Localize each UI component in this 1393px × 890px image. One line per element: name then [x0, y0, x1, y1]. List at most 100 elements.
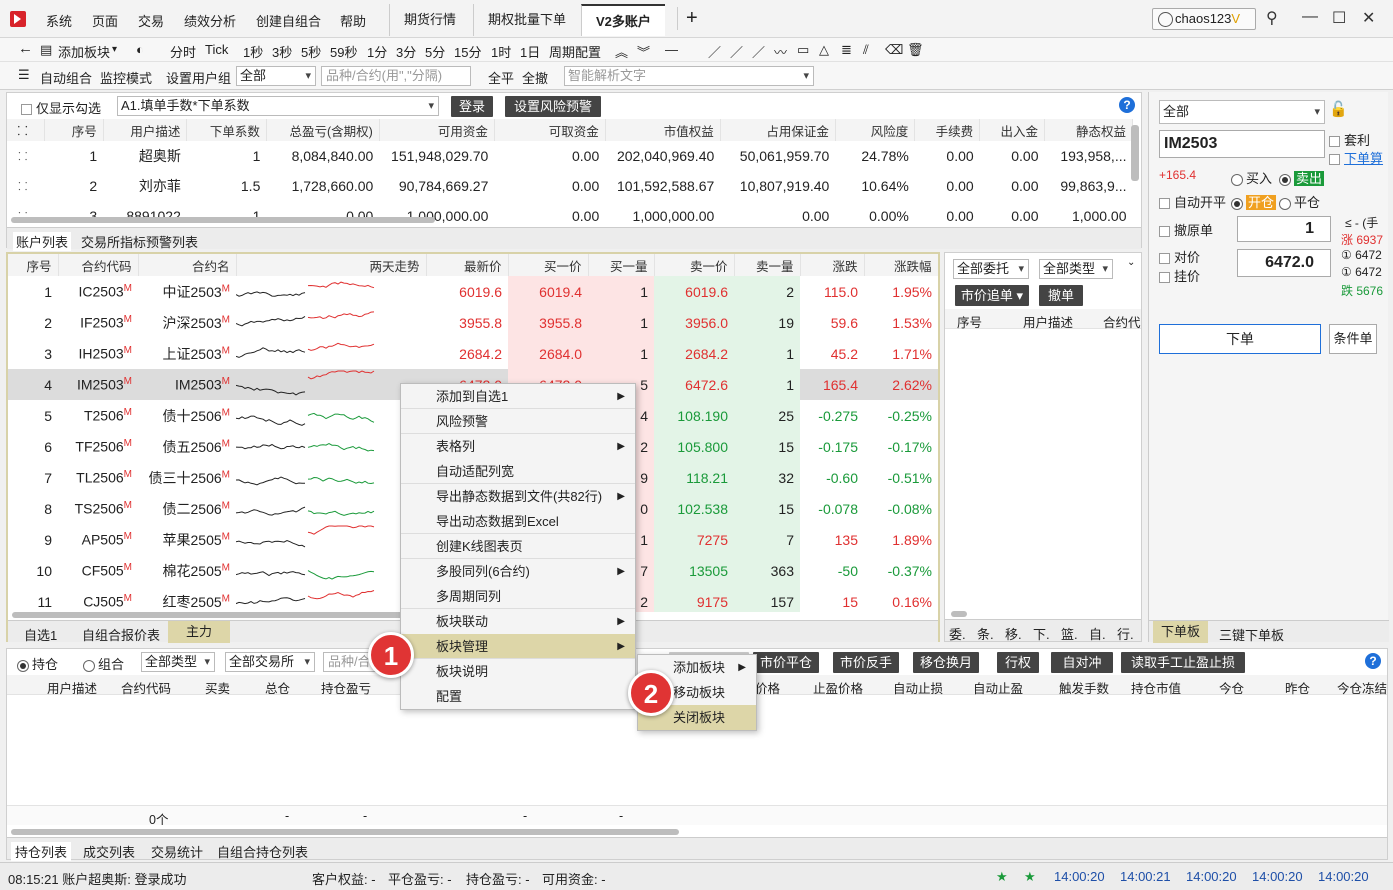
row-select-icon[interactable]: ⸬ [7, 171, 45, 201]
menu-performance[interactable]: 绩效分析 [184, 11, 236, 30]
period-5s[interactable]: 5秒 [301, 42, 321, 61]
account-select[interactable]: 全部 [1159, 100, 1325, 124]
segment-icon[interactable]: ／ [752, 42, 765, 61]
pos-col-header[interactable]: 自动止损 [893, 678, 943, 697]
counter-price-checkbox[interactable] [1159, 253, 1170, 265]
double-down-icon[interactable]: ︾ [637, 42, 650, 61]
line-icon[interactable]: ／ [708, 42, 721, 61]
add-board-button[interactable]: 添加板块 [58, 42, 110, 61]
combo-radio[interactable]: 组合 [83, 654, 124, 673]
triangle-icon[interactable]: △ [819, 42, 829, 58]
tab-combo-quotes[interactable]: 自组合报价表 [82, 625, 160, 644]
context-menu-item[interactable]: 风险预警 [401, 409, 635, 434]
formula-select[interactable]: A1.填单手数*下单系数 [117, 96, 439, 116]
tab-self[interactable]: 自. [1089, 624, 1106, 643]
open-radio[interactable]: 开仓 [1231, 192, 1277, 211]
limit-price-toggle[interactable]: 挂价 [1159, 266, 1200, 285]
col-no[interactable]: 序号 [44, 119, 104, 141]
period-tick[interactable]: Tick [205, 42, 228, 57]
back-icon[interactable]: ← [18, 40, 33, 57]
login-button[interactable]: 登录 [451, 96, 493, 117]
col-equity[interactable]: 市值权益 [605, 119, 721, 141]
pos-col-header[interactable]: 触发手数 [1059, 678, 1109, 697]
double-up-icon[interactable]: ︽ [615, 42, 628, 61]
user-button[interactable]: chaos123V [1152, 8, 1256, 30]
tab-positions[interactable]: 持仓列表 [11, 842, 72, 861]
period-1h[interactable]: 1时 [491, 42, 511, 61]
tab-watchlist-1[interactable]: 自选1 [24, 625, 57, 644]
v-scrollbar[interactable] [1131, 125, 1139, 181]
account-row[interactable]: ⸬ 1 超奥斯 1 8,084,840.00 151,948,029.70 0.00 202,… [7, 141, 1133, 171]
col-factor[interactable]: 下单系数 [186, 119, 267, 141]
pos-h-scrollbar[interactable] [11, 829, 679, 835]
col-o-no[interactable]: 序号 [957, 312, 982, 331]
tab-placed[interactable]: 下. [1033, 624, 1050, 643]
contrast-icon[interactable]: ◐ [136, 42, 144, 57]
menu-trade[interactable]: 交易 [138, 11, 164, 30]
col-q-name[interactable]: 合约名 [138, 254, 237, 276]
contract-input[interactable]: IM2503 [1159, 130, 1325, 158]
quote-h-scrollbar[interactable] [12, 612, 440, 618]
auto-openclose-checkbox[interactable] [1159, 198, 1170, 210]
pos-col-header[interactable]: 持仓盈亏 [321, 678, 371, 697]
col-fee[interactable]: 手续费 [914, 119, 981, 141]
context-menu-item[interactable]: 配置 [401, 684, 635, 709]
pin-icon[interactable]: ⚲ [1266, 8, 1278, 28]
context-menu-item[interactable]: 创建K线图表页 [401, 534, 635, 559]
conditional-order-button[interactable]: 条件单 [1329, 324, 1377, 354]
pos-col-header[interactable]: 价格 [755, 678, 780, 697]
quote-row[interactable]: 2 IF2503M 沪深2503M 3955.8 3955.8 1 3956.0 19 59.6… [8, 307, 938, 338]
tab-baskets[interactable]: 篮. [1061, 624, 1078, 643]
col-total-pl[interactable]: 总盈亏(含期权) [266, 119, 380, 141]
col-q-trend[interactable]: 两天走势 [236, 254, 427, 276]
cancel-orig-checkbox[interactable] [1159, 226, 1170, 238]
maximize-icon[interactable]: ☐ [1332, 8, 1346, 28]
all-types-select[interactable]: 全部类型 [1039, 259, 1113, 279]
col-q-code[interactable]: 合约代码 [58, 254, 139, 276]
tab-trades[interactable]: 成交列表 [83, 842, 135, 861]
tab-moves[interactable]: 移. [1005, 624, 1022, 643]
close-icon[interactable]: ✕ [1362, 8, 1375, 28]
tab-options-batch[interactable]: 期权批量下单 [473, 4, 580, 36]
period-1m[interactable]: 1分 [367, 42, 387, 61]
row-select-icon[interactable]: ⸬ [7, 201, 45, 227]
pos-exchange-select[interactable]: 全部交易所 [225, 652, 315, 672]
roll-month-button[interactable]: 移仓换月 [913, 652, 979, 673]
star-icon-2[interactable]: ★ [1024, 869, 1036, 885]
order-pre-checkbox[interactable] [1329, 154, 1340, 166]
context-menu-item[interactable]: 表格列 ▶ [401, 434, 635, 459]
context-menu-item[interactable]: 多周期同列 [401, 584, 635, 609]
menu-help[interactable]: 帮助 [340, 11, 366, 30]
period-1s[interactable]: 1秒 [243, 42, 263, 61]
pos-help-icon[interactable]: ? [1365, 653, 1381, 669]
submit-order-button[interactable]: 下单 [1159, 324, 1321, 354]
context-menu-item[interactable]: 多股同列(6合约) ▶ [401, 559, 635, 584]
period-fenshi[interactable]: 分时 [170, 42, 196, 61]
menu-page[interactable]: 页面 [92, 11, 118, 30]
col-available[interactable]: 可用资金 [379, 119, 495, 141]
context-menu-item[interactable]: 板块说明 [401, 659, 635, 684]
arbitrage-toggle[interactable]: 套利 [1329, 130, 1370, 149]
market-reverse-button[interactable]: 市价反手 [833, 652, 899, 673]
h-scrollbar[interactable] [11, 217, 435, 223]
rect-icon[interactable]: ▭ [797, 42, 809, 58]
ray-icon[interactable]: ／ [730, 42, 743, 61]
col-q-last[interactable]: 最新价 [426, 254, 509, 276]
market-close-button[interactable]: 市价平仓 [753, 652, 819, 673]
lock-icon[interactable]: 🔓 [1329, 100, 1348, 118]
tab-v2-multi-account[interactable]: V2多账户 [581, 4, 665, 36]
pos-col-header[interactable]: 昨仓 [1285, 678, 1310, 697]
account-row[interactable]: ⸬ 3 8891022 1 0.00 1,000,000.00 0.00 1,000,000.… [7, 201, 1133, 227]
cancel-all-button[interactable]: 全撤 [522, 68, 548, 87]
auto-openclose-toggle[interactable]: 自动开平 [1159, 192, 1226, 211]
col-withdrawable[interactable]: 可取资金 [494, 119, 606, 141]
exercise-button[interactable]: 行权 [997, 652, 1039, 673]
polyline-icon[interactable]: 〰 [774, 42, 787, 61]
context-menu-item[interactable]: 导出静态数据到文件(共82行) ▶ [401, 484, 635, 509]
tab-three-key[interactable]: 三键下单板 [1219, 625, 1284, 644]
order-h-scrollbar[interactable] [951, 611, 967, 617]
col-risk[interactable]: 风险度 [835, 119, 916, 141]
cancel-orig-toggle[interactable]: 撤原单 [1159, 220, 1213, 239]
read-stops-button[interactable]: 读取手工止盈止损 [1121, 652, 1245, 673]
pos-col-header[interactable]: 止盈价格 [813, 678, 863, 697]
